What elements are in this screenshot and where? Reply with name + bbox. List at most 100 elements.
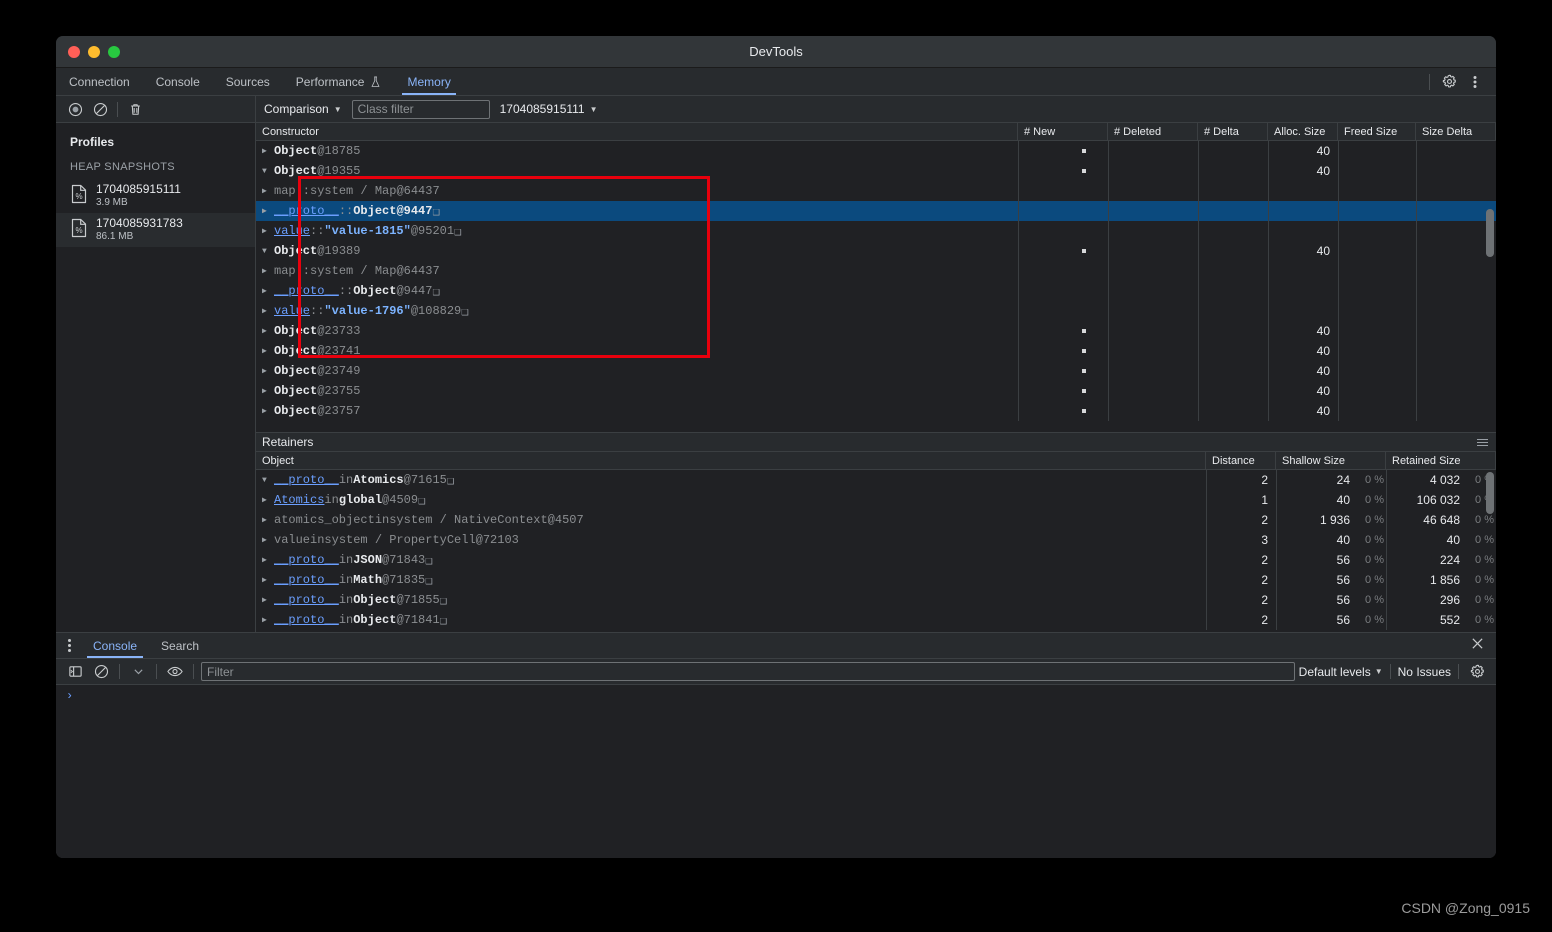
constructor-row[interactable]: ▶ map :: system / Map @64437 bbox=[256, 261, 1496, 281]
constructor-row[interactable]: ▶ value :: "value-1815" @95201 ❑ bbox=[256, 221, 1496, 241]
chevron-right-icon[interactable]: ▶ bbox=[262, 226, 274, 236]
constructor-row[interactable]: ▶ Object @18785 40 bbox=[256, 141, 1496, 161]
baseline-snapshot-dropdown[interactable]: 1704085915111 ▼ bbox=[500, 102, 598, 116]
column-header-constructor[interactable]: Constructor bbox=[256, 123, 1018, 140]
trash-icon[interactable] bbox=[124, 98, 146, 120]
chevron-right-icon[interactable]: ▶ bbox=[262, 146, 274, 156]
constructor-row[interactable]: ▶ __proto__ :: Object @9447 ❑ bbox=[256, 281, 1496, 301]
retainer-row[interactable]: ▶ Atomics in global @4509 ❑ 1 40 0 % 106 032 0… bbox=[256, 490, 1496, 510]
chevron-right-icon[interactable]: ▶ bbox=[262, 515, 274, 525]
tab-sources[interactable]: Sources bbox=[213, 68, 283, 95]
retainer-row[interactable]: ▼ __proto__ in Atomics @71615 ❑ 2 24 0 % 4 03… bbox=[256, 470, 1496, 490]
sidebar-item-snapshot-0[interactable]: % 1704085915111 3.9 MB bbox=[56, 179, 255, 213]
retainer-row[interactable]: ▶ value in system / PropertyCell @72103 3 4… bbox=[256, 530, 1496, 550]
shallow-size-percent: 0 % bbox=[1365, 594, 1384, 606]
record-icon[interactable] bbox=[64, 98, 86, 120]
chevron-right-icon[interactable]: ▶ bbox=[262, 266, 274, 276]
tab-console[interactable]: Console bbox=[143, 68, 213, 95]
token: ❑ bbox=[425, 553, 433, 568]
delta-cell bbox=[1198, 361, 1268, 381]
chevron-right-icon[interactable]: ▶ bbox=[262, 286, 274, 296]
log-levels-dropdown[interactable]: Default levels ▼ bbox=[1299, 665, 1383, 679]
chevron-right-icon[interactable]: ▶ bbox=[262, 306, 274, 316]
constructor-row[interactable]: ▶ Object @23741 40 bbox=[256, 341, 1496, 361]
column-header-freed-size[interactable]: Freed Size bbox=[1338, 123, 1416, 140]
retainer-column-header-object[interactable]: Object bbox=[256, 452, 1206, 469]
live-expression-icon[interactable] bbox=[164, 661, 186, 683]
alloc-size-cell bbox=[1268, 201, 1338, 221]
minimize-window-button[interactable] bbox=[88, 45, 100, 58]
retainer-row[interactable]: ▶ __proto__ in Object @71855 ❑ 2 56 0 % 296 0 … bbox=[256, 590, 1496, 610]
console-sidebar-icon[interactable] bbox=[64, 661, 86, 683]
console-prompt[interactable]: › bbox=[56, 689, 1496, 703]
constructor-row[interactable]: ▼ Object @19389 40 bbox=[256, 241, 1496, 261]
devtools-window: DevTools Connection Console Sources Perf… bbox=[56, 36, 1496, 858]
tab-console-drawer[interactable]: Console bbox=[81, 633, 149, 658]
chevron-right-icon[interactable]: ▶ bbox=[262, 206, 274, 216]
constructor-row[interactable]: ▶ Object @23757 40 bbox=[256, 401, 1496, 421]
column-header-delta[interactable]: # Delta bbox=[1198, 123, 1268, 140]
chevron-right-icon[interactable]: ▶ bbox=[262, 346, 274, 356]
chevron-down-icon[interactable]: ▼ bbox=[262, 167, 274, 176]
retainer-row[interactable]: ▶ __proto__ in JSON @71843 ❑ 2 56 0 % 224 0 % bbox=[256, 550, 1496, 570]
clear-icon[interactable] bbox=[89, 98, 111, 120]
chevron-right-icon[interactable]: ▶ bbox=[262, 386, 274, 396]
retainer-column-header-distance[interactable]: Distance bbox=[1206, 452, 1276, 469]
constructor-grid-body[interactable]: ▶ Object @18785 40 ▼ Object @19355 40 ▶ map :: … bbox=[256, 141, 1496, 432]
retainer-column-header-retained-size[interactable]: Retained Size bbox=[1386, 452, 1496, 469]
tab-connection[interactable]: Connection bbox=[56, 68, 143, 95]
issues-status[interactable]: No Issues bbox=[1398, 665, 1451, 679]
retainer-row[interactable]: ▶ __proto__ in Math @71835 ❑ 2 56 0 % 1 856 0 … bbox=[256, 570, 1496, 590]
sidebar-item-snapshot-1[interactable]: % 1704085931783 86.1 MB bbox=[56, 213, 255, 247]
retainer-row[interactable]: ▶ __proto__ in Object @71841 ❑ 2 56 0 % 552 0 … bbox=[256, 610, 1496, 630]
chevron-down-icon[interactable] bbox=[127, 661, 149, 683]
constructor-row[interactable]: ▶ map :: system / Map @64437 bbox=[256, 181, 1496, 201]
close-icon[interactable] bbox=[1471, 637, 1496, 655]
maximize-window-button[interactable] bbox=[108, 45, 120, 58]
chevron-right-icon[interactable]: ▶ bbox=[262, 575, 274, 585]
retainers-grid-body[interactable]: ▼ __proto__ in Atomics @71615 ❑ 2 24 0 % 4 03… bbox=[256, 470, 1496, 632]
gear-icon[interactable] bbox=[1466, 661, 1488, 683]
hamburger-icon[interactable] bbox=[1477, 438, 1488, 446]
column-header-size-delta[interactable]: Size Delta bbox=[1416, 123, 1496, 140]
constructor-scrollbar[interactable] bbox=[1486, 209, 1494, 257]
column-header-deleted[interactable]: # Deleted bbox=[1108, 123, 1198, 140]
kebab-menu-icon[interactable] bbox=[56, 639, 81, 652]
console-output[interactable]: › bbox=[56, 685, 1496, 858]
column-header-new[interactable]: # New bbox=[1018, 123, 1108, 140]
console-filter-input[interactable] bbox=[201, 662, 1295, 681]
constructor-row[interactable]: ▶ Object @23749 40 bbox=[256, 361, 1496, 381]
class-filter-input[interactable] bbox=[351, 99, 490, 119]
gear-icon[interactable] bbox=[1438, 71, 1460, 93]
chevron-right-icon[interactable]: ▶ bbox=[262, 535, 274, 545]
chevron-down-icon[interactable]: ▼ bbox=[262, 247, 274, 256]
svg-text:%: % bbox=[75, 192, 82, 201]
column-header-alloc-size[interactable]: Alloc. Size bbox=[1268, 123, 1338, 140]
retainer-row[interactable]: ▶ atomics_object in system / NativeContex… bbox=[256, 510, 1496, 530]
chevron-right-icon[interactable]: ▶ bbox=[262, 615, 274, 625]
chevron-right-icon[interactable]: ▶ bbox=[262, 366, 274, 376]
constructor-row[interactable]: ▼ Object @19355 40 bbox=[256, 161, 1496, 181]
retainer-column-header-shallow-size[interactable]: Shallow Size bbox=[1276, 452, 1386, 469]
tab-search-drawer[interactable]: Search bbox=[149, 633, 211, 658]
kebab-menu-icon[interactable] bbox=[1464, 71, 1486, 93]
chevron-right-icon[interactable]: ▶ bbox=[262, 186, 274, 196]
retainers-scrollbar[interactable] bbox=[1486, 472, 1494, 514]
constructor-name-cell: ▶ Object @23741 bbox=[256, 344, 1018, 358]
token: Object bbox=[353, 204, 397, 218]
chevron-right-icon[interactable]: ▶ bbox=[262, 406, 274, 416]
chevron-down-icon[interactable]: ▼ bbox=[262, 476, 274, 485]
chevron-right-icon[interactable]: ▶ bbox=[262, 595, 274, 605]
chevron-right-icon[interactable]: ▶ bbox=[262, 555, 274, 565]
constructor-row[interactable]: ▶ value :: "value-1796" @108829 ❑ bbox=[256, 301, 1496, 321]
close-window-button[interactable] bbox=[68, 45, 80, 58]
chevron-right-icon[interactable]: ▶ bbox=[262, 495, 274, 505]
view-mode-dropdown[interactable]: Comparison ▼ bbox=[264, 102, 342, 116]
chevron-right-icon[interactable]: ▶ bbox=[262, 326, 274, 336]
constructor-row[interactable]: ▶ Object @23733 40 bbox=[256, 321, 1496, 341]
constructor-row[interactable]: ▶ __proto__ :: Object @9447 ❑ bbox=[256, 201, 1496, 221]
constructor-row[interactable]: ▶ Object @23755 40 bbox=[256, 381, 1496, 401]
tab-memory[interactable]: Memory bbox=[394, 68, 463, 95]
tab-performance[interactable]: Performance bbox=[283, 68, 395, 95]
clear-console-icon[interactable] bbox=[90, 661, 112, 683]
